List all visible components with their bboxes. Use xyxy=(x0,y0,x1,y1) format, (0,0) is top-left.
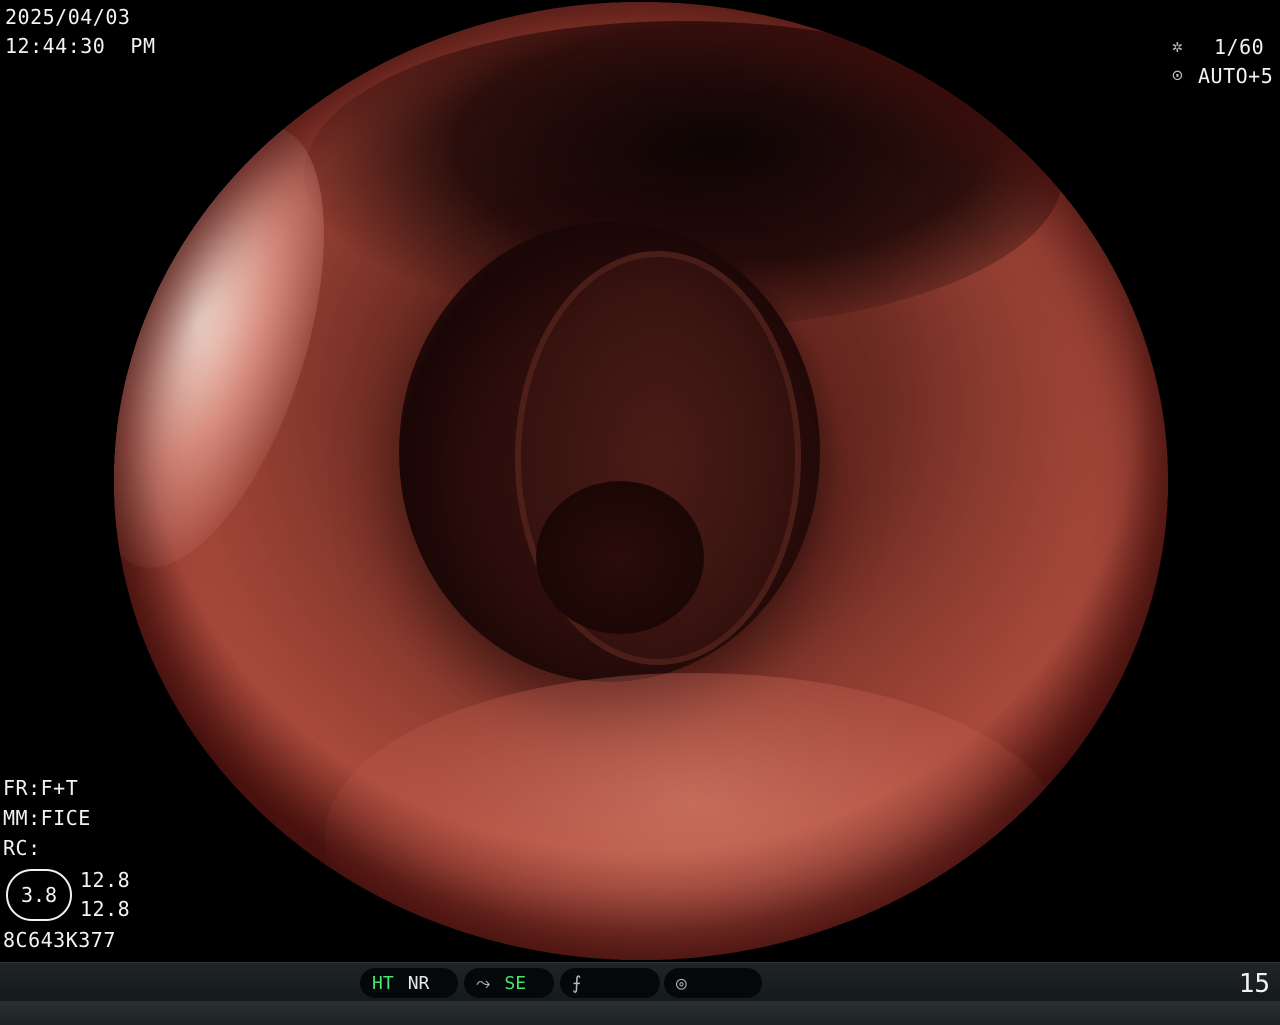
ht-label: HT xyxy=(372,972,394,994)
view-rim xyxy=(114,2,1168,960)
edge-indicator: ⨍ xyxy=(560,968,660,998)
status-bar-lower xyxy=(0,1001,1280,1025)
page-number: 15 xyxy=(1238,969,1270,999)
date-readout: 2025/04/03 xyxy=(5,5,131,29)
ring-value-badge: 3.8 xyxy=(6,869,72,921)
se-indicator: ⤳ SE xyxy=(464,968,554,998)
iris-readout: AUTO+5 xyxy=(1198,64,1274,88)
shutter-readout: 1/60 xyxy=(1214,35,1265,59)
mm-readout: MM:FICE xyxy=(3,806,91,830)
shutter-icon: ✲ xyxy=(1172,36,1184,57)
scope-id: 8C643K377 xyxy=(3,928,116,952)
curve-icon: ⤳ xyxy=(476,972,491,994)
value-bottom: 12.8 xyxy=(80,897,131,921)
status-bar: HT NR ⤳ SE ⨍ ◎ 15 xyxy=(0,962,1280,1025)
endoscopic-view xyxy=(114,2,1168,960)
time-readout: 12:44:30 PM xyxy=(5,34,156,58)
nr-label: NR xyxy=(407,972,430,994)
iris-icon: ⊙ xyxy=(1172,65,1184,86)
ht-nr-indicator: HT NR xyxy=(360,968,458,998)
wave-indicator: ◎ xyxy=(664,968,762,998)
rc-readout: RC: xyxy=(3,836,41,860)
edge-icon: ⨍ xyxy=(572,972,582,994)
se-label: SE xyxy=(504,972,527,994)
fr-readout: FR:F+T xyxy=(3,776,79,800)
waveform-icon: ◎ xyxy=(676,972,687,994)
value-top: 12.8 xyxy=(80,868,131,892)
